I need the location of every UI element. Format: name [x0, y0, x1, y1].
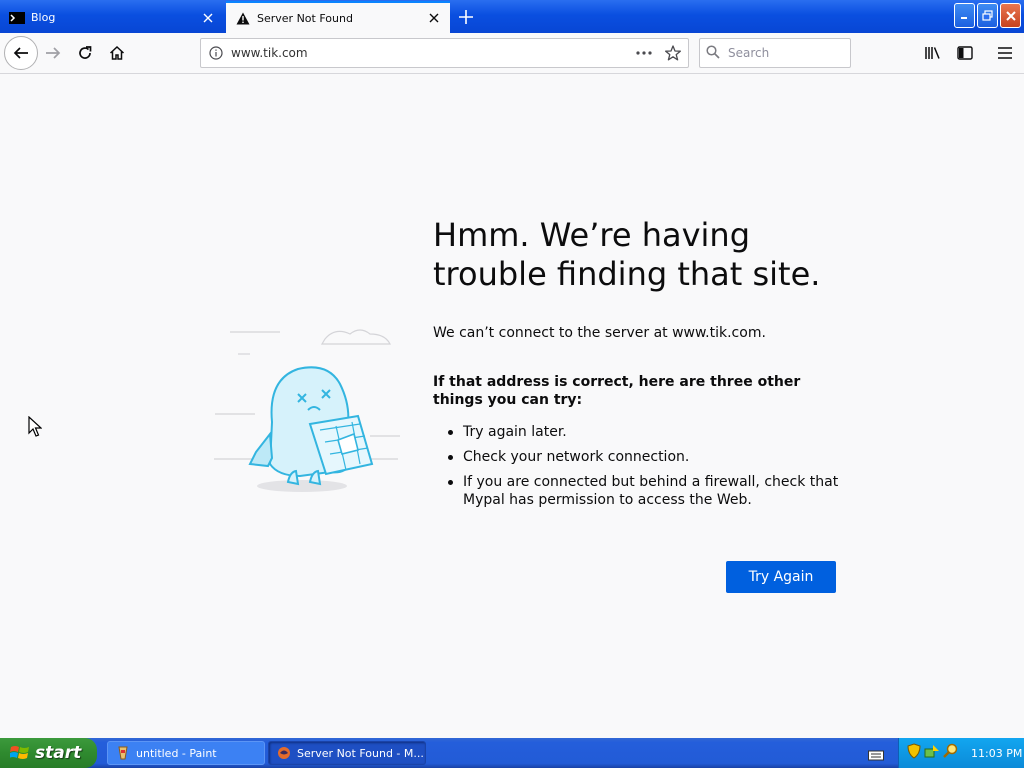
- url-text[interactable]: www.tik.com: [231, 46, 630, 60]
- taskbar-item-paint[interactable]: untitled - Paint: [107, 741, 265, 765]
- taskbar-item-label: Server Not Found - M...: [297, 746, 424, 760]
- tab-server-not-found[interactable]: Server Not Found: [226, 1, 450, 33]
- address-bar[interactable]: www.tik.com: [200, 38, 689, 68]
- library-icon[interactable]: [918, 38, 948, 68]
- try-again-button[interactable]: Try Again: [726, 561, 836, 593]
- search-placeholder: Search: [728, 46, 770, 60]
- start-label: start: [35, 743, 82, 763]
- sad-dinosaur-illustration: [210, 324, 405, 499]
- tab-label: Server Not Found: [257, 11, 353, 25]
- tab-label: Blog: [31, 11, 56, 24]
- clock[interactable]: 11:03 PM: [971, 747, 1022, 760]
- hamburger-menu-icon[interactable]: [990, 38, 1020, 68]
- system-tray: 11:03 PM: [898, 738, 1024, 768]
- new-tab-button[interactable]: [452, 4, 480, 30]
- keyboard-icon[interactable]: [868, 746, 884, 765]
- taskbar-item-label: untitled - Paint: [136, 746, 217, 760]
- windows-logo-icon: [10, 744, 30, 762]
- forward-button[interactable]: [38, 38, 68, 68]
- network-icon[interactable]: [924, 743, 940, 763]
- search-box[interactable]: Search: [699, 38, 851, 68]
- close-tab-icon[interactable]: [196, 6, 220, 30]
- security-shield-icon[interactable]: [907, 743, 921, 763]
- reload-button[interactable]: [70, 38, 100, 68]
- info-icon[interactable]: [201, 46, 231, 60]
- browser-tab-bar: Blog Server Not Found: [0, 0, 1024, 33]
- navigation-toolbar: www.tik.com Search: [0, 33, 1024, 74]
- mouse-pointer-icon: [28, 415, 43, 442]
- magnifier-icon[interactable]: [943, 743, 959, 763]
- suggestion-item: If you are connected but behind a firewa…: [448, 473, 843, 509]
- start-button[interactable]: start: [0, 738, 97, 768]
- suggestion-item: Check your network connection.: [448, 448, 843, 466]
- back-button[interactable]: [4, 36, 38, 70]
- paint-icon: [116, 746, 130, 760]
- window-controls: [954, 3, 1021, 28]
- error-page: Hmm. We’re having trouble finding that s…: [0, 74, 1024, 738]
- home-button[interactable]: [102, 38, 132, 68]
- error-title: Hmm. We’re having trouble finding that s…: [433, 216, 821, 293]
- terminal-favicon-icon: [9, 10, 25, 26]
- suggestion-item: Try again later.: [448, 423, 843, 441]
- suggestions-heading: If that address is correct, here are thr…: [433, 374, 801, 408]
- bookmark-star-icon[interactable]: [658, 45, 688, 61]
- browser-icon: [277, 746, 291, 760]
- close-window-button[interactable]: [1000, 3, 1021, 28]
- minimize-button[interactable]: [954, 3, 975, 28]
- warning-icon: [235, 10, 251, 26]
- sidebar-icon[interactable]: [950, 38, 980, 68]
- tab-blog[interactable]: Blog: [0, 2, 224, 33]
- taskbar-item-browser[interactable]: Server Not Found - M...: [268, 741, 426, 765]
- windows-taskbar: start untitled - Paint Server Not Found …: [0, 738, 1024, 768]
- search-icon: [706, 44, 720, 63]
- close-tab-icon[interactable]: [422, 6, 446, 30]
- error-description: We can’t connect to the server at www.ti…: [433, 325, 766, 341]
- restore-button[interactable]: [977, 3, 998, 28]
- suggestions-list: Try again later. Check your network conn…: [448, 423, 843, 516]
- page-actions-icon[interactable]: [630, 51, 658, 55]
